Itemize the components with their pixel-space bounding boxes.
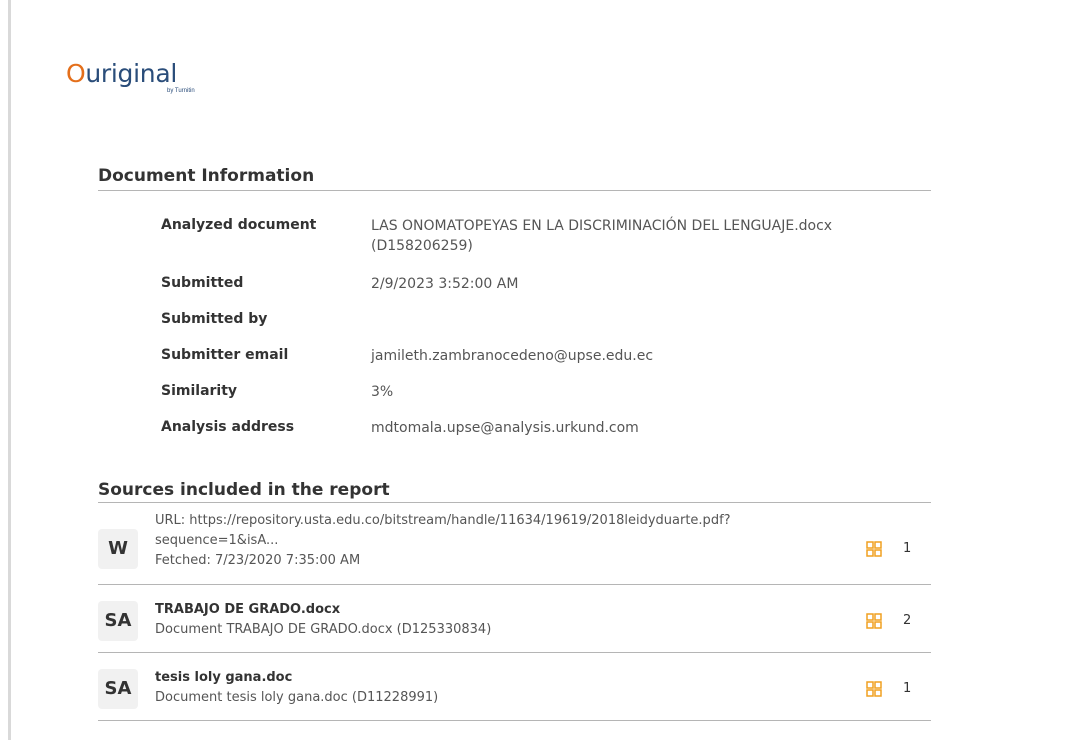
analyzed-document-name: LAS ONOMATOPEYAS EN LA DISCRIMINACIÓN DE… [371, 218, 833, 234]
value-analysis-address: mdtomala.upse@analysis.urkund.com [371, 420, 639, 436]
source-type-badge: SA [98, 601, 138, 641]
source-match-count: 1 [903, 541, 912, 556]
value-analyzed-document: LAS ONOMATOPEYAS EN LA DISCRIMINACIÓN DE… [371, 216, 891, 256]
label-submitter-email: Submitter email [161, 347, 289, 363]
logo-letter-o: O [66, 59, 86, 88]
label-analysis-address: Analysis address [161, 419, 295, 435]
label-submitted: Submitted [161, 275, 244, 291]
source-url[interactable]: URL: https://repository.usta.edu.co/bits… [155, 511, 835, 531]
source-details: tesis loly gana.doc Document tesis loly … [155, 668, 835, 708]
source-subtitle: Document TRABAJO DE GRADO.docx (D1253308… [155, 622, 492, 637]
source-match-count: 2 [903, 613, 912, 628]
source-match-count: 1 [903, 681, 912, 696]
left-border [8, 0, 11, 740]
document-information-heading: Document Information [98, 166, 315, 186]
source-item[interactable]: W URL: https://repository.usta.edu.co/bi… [98, 508, 931, 584]
source-details: TRABAJO DE GRADO.docx Document TRABAJO D… [155, 600, 835, 640]
value-submitted: 2/9/2023 3:52:00 AM [371, 276, 519, 292]
source-title[interactable]: TRABAJO DE GRADO.docx [155, 600, 835, 620]
source-subtitle: Document tesis loly gana.doc (D11228991) [155, 690, 439, 705]
matches-grid-icon[interactable] [866, 681, 882, 697]
source-fetched-date: Fetched: 7/23/2020 7:35:00 AM [155, 553, 361, 568]
source-item[interactable]: SA tesis loly gana.doc Document tesis lo… [98, 660, 931, 714]
value-submitter-email: jamileth.zambranocedeno@upse.edu.ec [371, 348, 654, 364]
logo-letters: uriginal [85, 59, 177, 88]
row-divider [98, 584, 931, 585]
row-divider [98, 720, 931, 721]
sources-heading: Sources included in the report [98, 480, 390, 500]
value-similarity: 3% [371, 384, 394, 400]
logo-tagline: by Turnitin [167, 88, 195, 94]
report-page: Ouriginal by Turnitin Document Informati… [0, 0, 1089, 740]
section-divider [98, 502, 931, 503]
row-divider [98, 652, 931, 653]
source-item[interactable]: SA TRABAJO DE GRADO.docx Document TRABAJ… [98, 592, 931, 646]
analyzed-document-id: (D158206259) [371, 238, 473, 254]
source-title[interactable]: tesis loly gana.doc [155, 668, 835, 688]
label-submitted-by: Submitted by [161, 311, 268, 327]
matches-grid-icon[interactable] [866, 613, 882, 629]
source-details: URL: https://repository.usta.edu.co/bits… [155, 511, 835, 571]
section-divider [98, 190, 931, 191]
label-similarity: Similarity [161, 383, 238, 399]
ouriginal-logo: Ouriginal by Turnitin [66, 60, 226, 100]
source-url-continued: sequence=1&isA... [155, 533, 279, 548]
source-type-badge: W [98, 529, 138, 569]
matches-grid-icon[interactable] [866, 541, 882, 557]
label-analyzed-document: Analyzed document [161, 217, 317, 233]
logo-wordmark: Ouriginal [66, 60, 226, 88]
source-type-badge: SA [98, 669, 138, 709]
